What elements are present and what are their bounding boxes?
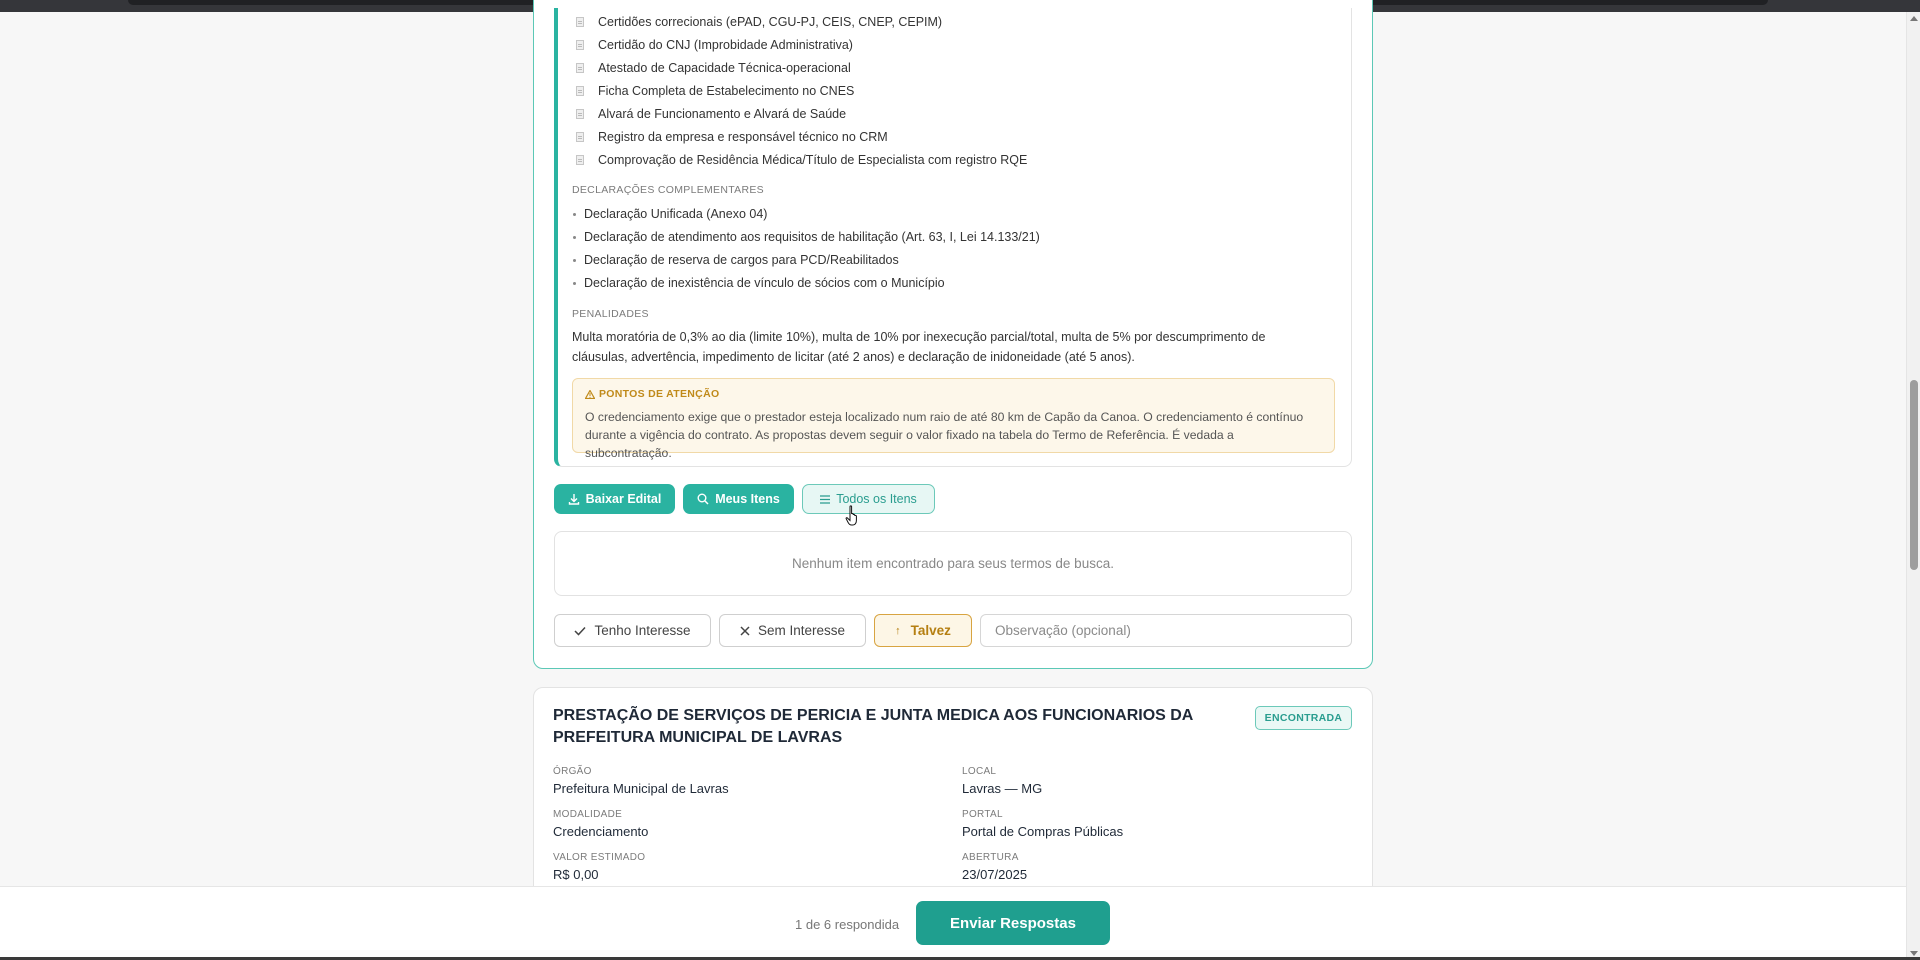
mouse-pointer-icon	[845, 505, 857, 526]
search-icon	[697, 493, 709, 505]
tender-title: PRESTAÇÃO DE SERVIÇOS DE PERICIA E JUNTA…	[553, 707, 1193, 746]
document-item: Atestado de Capacidade Técnica-operacion…	[576, 59, 851, 77]
scrollbar-thumb[interactable]	[1910, 380, 1918, 570]
attention-title: PONTOS DE ATENÇÃO	[599, 388, 720, 400]
document-icon	[576, 63, 584, 73]
bullet-icon	[573, 258, 576, 262]
document-icon	[576, 132, 584, 142]
penalties-text: Multa moratória de 0,3% ao dia (limite 1…	[572, 330, 1266, 364]
declaration-item: Declaração de reserva de cargos para PCD…	[572, 251, 899, 269]
document-item: Alvará de Funcionamento e Alvará de Saúd…	[576, 105, 846, 123]
arrow-up-icon: ↑	[895, 624, 901, 637]
download-icon	[568, 494, 579, 505]
portal-label: PORTAL	[962, 809, 1003, 820]
my-items-label: Meus Itens	[715, 492, 780, 506]
valor-value: R$ 0,00	[553, 867, 599, 882]
items-result-box: Nenhum item encontrado para seus termos …	[554, 531, 1352, 596]
document-item: Registro da empresa e responsável técnic…	[576, 128, 888, 146]
warning-icon	[585, 389, 595, 399]
interest-yes-button[interactable]: Tenho Interesse	[554, 614, 711, 647]
interest-yes-label: Tenho Interesse	[594, 623, 691, 638]
interest-maybe-label: Talvez	[910, 623, 951, 638]
document-label: Comprovação de Residência Médica/Título …	[598, 153, 1028, 167]
orgao-value: Prefeitura Municipal de Lavras	[553, 781, 729, 796]
local-label: LOCAL	[962, 766, 997, 777]
attention-heading: PONTOS DE ATENÇÃO	[585, 388, 1322, 400]
declaration-label: Declaração de inexistência de vínculo de…	[584, 276, 945, 290]
download-edital-label: Baixar Edital	[585, 492, 662, 506]
document-icon	[576, 86, 584, 96]
interest-no-button[interactable]: Sem Interesse	[719, 614, 866, 647]
declaration-item: Declaração de inexistência de vínculo de…	[572, 274, 945, 292]
interest-no-label: Sem Interesse	[757, 623, 846, 638]
observation-input[interactable]	[980, 614, 1352, 647]
response-footer: 1 de 6 respondida Enviar Respostas	[0, 886, 1906, 960]
modalidade-label: MODALIDADE	[553, 809, 623, 820]
bullet-icon	[573, 212, 576, 216]
document-item: Ficha Completa de Estabelecimento no CNE…	[576, 82, 854, 100]
document-label: Registro da empresa e responsável técnic…	[598, 130, 888, 144]
bullet-icon	[573, 281, 576, 285]
document-label: Certidão do CNJ (Improbidade Administrat…	[598, 38, 853, 52]
document-icon	[576, 40, 584, 50]
declaration-label: Declaração de atendimento aos requisitos…	[584, 230, 1040, 244]
declaration-label: Declaração de reserva de cargos para PCD…	[584, 253, 899, 267]
document-icon	[576, 109, 584, 119]
scroll-up-icon[interactable]	[1910, 16, 1918, 21]
modalidade-value: Credenciamento	[553, 824, 649, 839]
document-icon	[576, 155, 584, 165]
response-count: 1 de 6 respondida	[795, 917, 900, 932]
document-item: Comprovação de Residência Médica/Título …	[576, 151, 1027, 169]
interest-maybe-button[interactable]: ↑ Talvez	[874, 614, 972, 647]
document-item: Certidão do CNJ (Improbidade Administrat…	[576, 36, 853, 54]
attention-text: O credenciamento exige que o prestador e…	[585, 410, 1304, 460]
document-icon	[576, 17, 584, 27]
attention-box: PONTOS DE ATENÇÃO O credenciamento exige…	[572, 378, 1335, 460]
document-label: Certidões correcionais (ePAD, CGU-PJ, CE…	[598, 15, 943, 29]
scroll-down-icon[interactable]	[1910, 951, 1918, 956]
portal-value: Portal de Compras Públicas	[962, 824, 1124, 839]
check-icon	[574, 626, 587, 636]
declarations-heading: DECLARAÇÕES COMPLEMENTARES	[572, 184, 764, 196]
declaration-label: Declaração Unificada (Anexo 04)	[584, 207, 768, 221]
declaration-item: Declaração Unificada (Anexo 04)	[572, 205, 767, 223]
my-items-button[interactable]: Meus Itens	[683, 484, 794, 514]
orgao-label: ÓRGÃO	[553, 766, 592, 777]
status-badge: ENCONTRADA	[1255, 706, 1352, 730]
all-items-button[interactable]: Todos os Itens	[802, 484, 935, 514]
local-value: Lavras — MG	[962, 781, 1043, 796]
penalties-heading: PENALIDADES	[572, 308, 649, 320]
page-scrollbar[interactable]	[1906, 12, 1920, 960]
close-icon	[740, 625, 750, 636]
valor-label: VALOR ESTIMADO	[553, 852, 646, 863]
list-icon	[820, 494, 831, 504]
all-items-label: Todos os Itens	[836, 492, 917, 506]
send-responses-button[interactable]: Enviar Respostas	[916, 901, 1110, 945]
download-edital-button[interactable]: Baixar Edital	[554, 484, 675, 514]
empty-message: Nenhum item encontrado para seus termos …	[792, 556, 1114, 571]
document-item: Certidões correcionais (ePAD, CGU-PJ, CE…	[576, 13, 942, 31]
document-label: Ficha Completa de Estabelecimento no CNE…	[598, 84, 855, 98]
document-label: Atestado de Capacidade Técnica-operacion…	[598, 61, 851, 75]
abertura-label: ABERTURA	[962, 852, 1019, 863]
abertura-value: 23/07/2025	[962, 867, 1028, 882]
document-label: Alvará de Funcionamento e Alvará de Saúd…	[598, 107, 847, 121]
declaration-item: Declaração de atendimento aos requisitos…	[572, 228, 1040, 246]
bullet-icon	[573, 235, 576, 239]
